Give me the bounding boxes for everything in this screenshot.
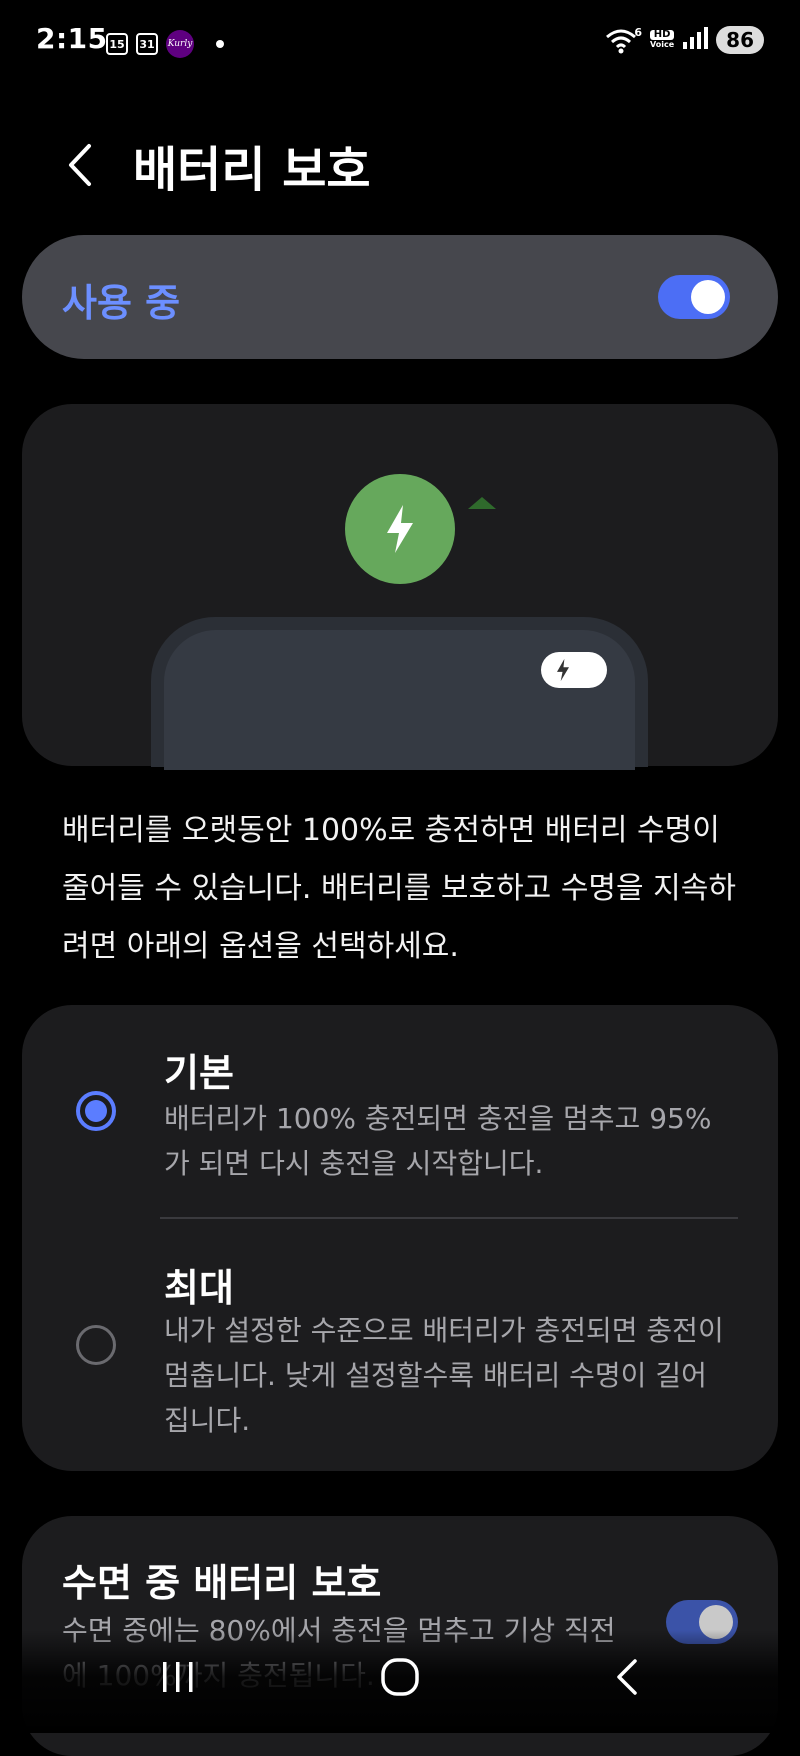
chevron-left-icon — [69, 144, 91, 186]
option-title: 최대 — [164, 1266, 234, 1310]
lightning-bolt-icon — [557, 658, 569, 682]
lightning-bolt-icon — [387, 505, 413, 553]
option-description: 배터리가 100% 충전되면 충전을 멈추고 95%가 되면 다시 충전을 시작… — [164, 1102, 712, 1180]
calendar-icon: 31 — [136, 33, 158, 55]
recents-button[interactable] — [148, 1652, 208, 1702]
sleep-protection-title: 수면 중 배터리 보호 — [62, 1561, 382, 1605]
master-toggle-label: 사용 중 — [62, 281, 181, 325]
back-button[interactable] — [60, 140, 100, 190]
master-toggle-switch[interactable] — [658, 275, 730, 319]
charging-indicator — [345, 474, 455, 584]
option-title: 기본 — [164, 1051, 234, 1095]
more-notifications-dot — [216, 40, 224, 48]
description-text: 배터리를 오랫동안 100%로 충전하면 배터리 수명이 줄어들 수 있습니다.… — [62, 813, 736, 964]
radio-selected-dot — [85, 1100, 107, 1122]
back-icon — [617, 1659, 637, 1695]
hd-voice-icon: HD Voice — [649, 29, 675, 49]
notification-icons: 15 31 Kurly — [106, 30, 224, 58]
battery-indicator: 86 — [716, 26, 764, 54]
option-description: 내가 설정한 수준으로 배터리가 충전되면 충전이 멈춥니다. 낮게 설정할수록… — [164, 1314, 724, 1437]
mini-charging-pill — [541, 652, 607, 688]
radio-basic[interactable] — [76, 1091, 116, 1131]
home-button[interactable] — [370, 1652, 430, 1702]
radio-maximum[interactable] — [76, 1325, 116, 1365]
calendar-icon: 15 — [106, 33, 128, 55]
system-icons: 6 HD Voice 86 — [604, 26, 764, 54]
recents-icon — [163, 1662, 193, 1692]
nav-back-button[interactable] — [597, 1652, 657, 1702]
phone-screen — [164, 630, 635, 770]
wifi-generation: 6 — [634, 26, 642, 39]
status-time: 2:15 — [36, 22, 108, 55]
wifi-icon: 6 — [604, 26, 642, 54]
arrow-up-icon — [468, 497, 496, 509]
toggle-knob — [691, 280, 725, 314]
signal-icon — [682, 26, 709, 54]
kurly-app-icon: Kurly — [166, 30, 194, 58]
page-title: 배터리 보호 — [133, 142, 371, 198]
home-icon — [381, 1658, 419, 1696]
